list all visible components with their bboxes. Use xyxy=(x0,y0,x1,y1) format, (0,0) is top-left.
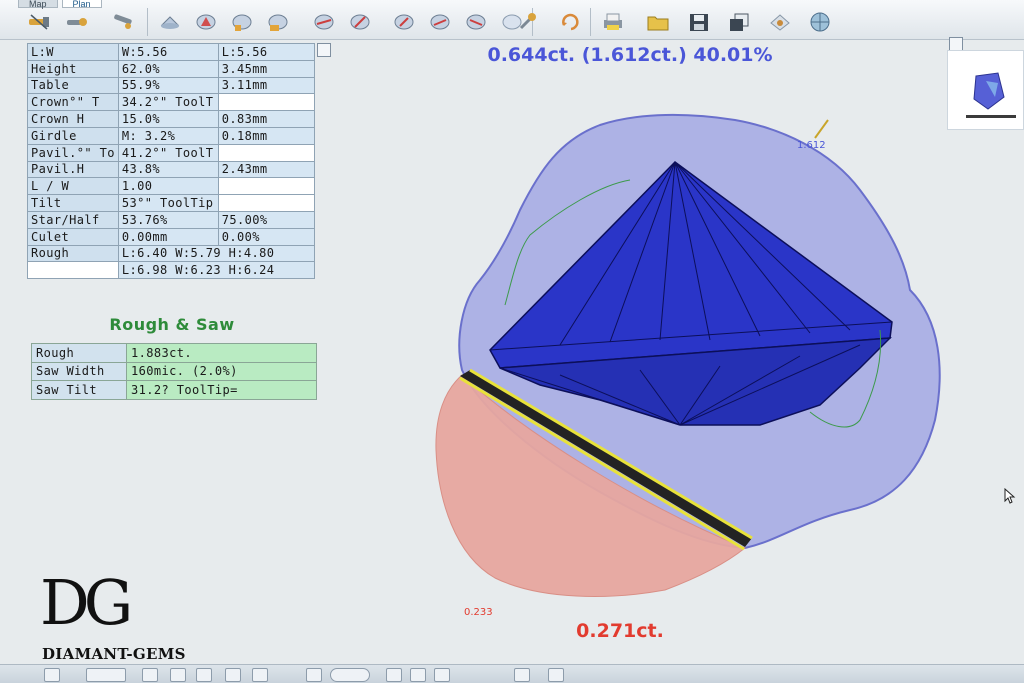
expand-icon[interactable] xyxy=(317,43,331,57)
diamond-shape-icon[interactable] xyxy=(229,10,255,34)
globe-icon[interactable] xyxy=(807,10,833,34)
pan-icon[interactable] xyxy=(410,668,426,682)
table-row: Culet 0.00mm 0.00% xyxy=(27,227,316,246)
table-row: L:6.98 W:6.23 H:6.24 xyxy=(27,261,316,280)
settings-icon[interactable] xyxy=(548,668,564,682)
table-row: Height 62.0% 3.45mm xyxy=(27,59,316,78)
view-iso-icon[interactable] xyxy=(196,668,212,682)
diamond-shape-icon[interactable] xyxy=(193,10,219,34)
printer-icon[interactable] xyxy=(600,10,626,34)
table-row: Girdle M: 3.2% 0.18mm xyxy=(27,126,316,145)
rotation-wheel-icon[interactable] xyxy=(330,668,370,682)
zoom-in-icon[interactable] xyxy=(306,668,322,682)
table-row: L / W 1.00 xyxy=(27,177,316,196)
diamond-shape-icon[interactable] xyxy=(391,10,417,34)
save-icon[interactable] xyxy=(686,10,712,34)
toolbar-separator xyxy=(147,8,148,36)
table-row: Rough 1.883ct. xyxy=(31,343,317,363)
view-side-icon[interactable] xyxy=(86,668,126,682)
eye-icon[interactable] xyxy=(767,10,793,34)
bottom-toolbar xyxy=(0,664,1024,683)
view-stone-icon[interactable] xyxy=(252,668,268,682)
table-row: Saw Width 160mic. (2.0%) xyxy=(31,361,317,381)
table-row: Rough L:6.40 W:5.79 H:4.80 xyxy=(27,244,316,263)
logo-text: DIAMANT-GEMS xyxy=(42,645,186,663)
table-row: Star/Half 53.76% 75.00% xyxy=(27,210,316,229)
table-row: Table 55.9% 3.11mm xyxy=(27,76,316,95)
rough-saw-table: Rough 1.883ct. Saw Width 160mic. (2.0%) Sa… xyxy=(31,343,317,400)
laser-saw-icon[interactable] xyxy=(110,10,136,34)
view-bottom-icon[interactable] xyxy=(170,668,186,682)
folder-icon[interactable] xyxy=(645,10,671,34)
top-toolbar: Map Plan xyxy=(0,0,1024,40)
cut-parameters-table: L:W W:5.56 L:5.56 Height 62.0% 3.45mm Table 5… xyxy=(27,43,316,280)
rotate-icon[interactable] xyxy=(557,10,583,34)
thumbnail-preview[interactable] xyxy=(947,50,1024,130)
logo-mark: DG xyxy=(40,566,133,639)
mouse-cursor-icon xyxy=(1004,487,1016,508)
upper-marker-label: 1.612 xyxy=(797,140,826,151)
diamond-shape-icon[interactable] xyxy=(347,10,373,34)
fit-view-icon[interactable] xyxy=(434,668,450,682)
marker-needle xyxy=(814,119,829,139)
expand-icon[interactable] xyxy=(949,37,963,51)
table-row: Tilt 53°" ToolTip xyxy=(27,194,316,212)
copy-icon[interactable] xyxy=(726,10,752,34)
view-tabs: Map Plan xyxy=(18,0,106,9)
laser-saw-icon[interactable] xyxy=(26,10,52,34)
table-row: L:W W:5.56 L:5.56 xyxy=(27,43,316,61)
toolbar-separator xyxy=(590,8,591,36)
diamond-shape-icon[interactable] xyxy=(311,10,337,34)
rough-saw-title: Rough & Saw xyxy=(109,315,235,334)
diamond-shape-icon[interactable] xyxy=(157,10,183,34)
view-rough-icon[interactable] xyxy=(225,668,241,682)
table-row: Pavil.°" To 41.2°" ToolT xyxy=(27,143,316,162)
snapshot-icon[interactable] xyxy=(514,668,530,682)
tab-map[interactable]: Map xyxy=(18,0,58,9)
table-row: Saw Tilt 31.2? ToolTip= xyxy=(31,380,317,400)
tab-plan[interactable]: Plan xyxy=(61,0,102,9)
diamond-shape-icon[interactable] xyxy=(427,10,453,34)
zoom-out-icon[interactable] xyxy=(386,668,402,682)
laser-saw-icon[interactable] xyxy=(64,10,90,34)
diamond-shape-icon[interactable] xyxy=(463,10,489,34)
view-top-icon[interactable] xyxy=(142,668,158,682)
table-row: Crown H 15.0% 0.83mm xyxy=(27,110,316,128)
lower-marker-label: 0.233 xyxy=(464,607,493,618)
table-row: Crown°" T 34.2°" ToolT xyxy=(27,93,316,112)
upper-stone-weight: 0.644ct. (1.612ct.) 40.01% xyxy=(487,44,773,66)
lower-stone-weight: 0.271ct. xyxy=(576,620,664,642)
table-row: Pavil.H 43.8% 2.43mm xyxy=(27,160,316,179)
diamond-shape-icon[interactable] xyxy=(265,10,291,34)
wrench-icon[interactable] xyxy=(515,10,541,34)
view-front-icon[interactable] xyxy=(44,668,60,682)
